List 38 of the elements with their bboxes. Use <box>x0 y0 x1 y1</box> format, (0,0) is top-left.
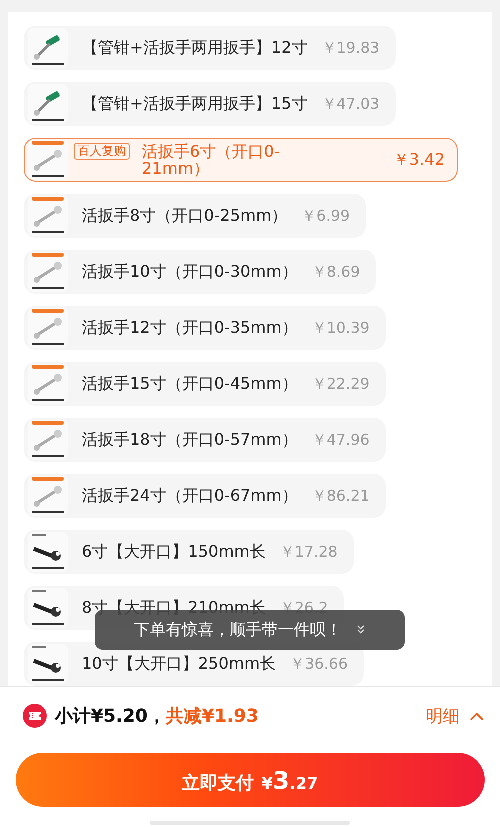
option-name: 【管钳+活扳手两用扳手】15寸 <box>82 94 308 114</box>
option-price: ￥36.66 <box>290 654 348 674</box>
option-price: ￥3.42 <box>393 150 445 170</box>
option-name: 活扳手8寸（开口0-25mm） <box>82 206 288 226</box>
double-chevron-down-icon[interactable] <box>356 625 366 635</box>
tag-label: 百人复购 <box>74 143 130 160</box>
option-row[interactable]: 活扳手18寸（开口0-57mm） ￥47.96 <box>24 418 386 462</box>
option-price: ￥6.99 <box>302 206 350 226</box>
option-name: 活扳手15寸（开口0-45mm） <box>82 374 298 394</box>
option-name: 10寸【大开口】250mm长 <box>82 654 276 674</box>
option-name: 6寸【大开口】150mm长 <box>82 542 266 562</box>
option-name: 活扳手24寸（开口0-67mm） <box>82 486 298 506</box>
ticket-icon <box>23 704 47 728</box>
option-price: ￥17.28 <box>280 542 338 562</box>
option-name: 【管钳+活扳手两用扳手】12寸 <box>82 38 308 58</box>
option-price: ￥8.69 <box>312 262 360 282</box>
option-row[interactable]: 活扳手12寸（开口0-35mm） ￥10.39 <box>24 306 386 350</box>
option-name: 活扳手6寸（开口0-21mm） <box>142 143 282 177</box>
option-price: ￥47.03 <box>322 94 380 114</box>
option-price: ￥47.96 <box>312 430 370 450</box>
subtotal-text: 小计¥5.20， <box>55 705 166 728</box>
caret-up-icon <box>470 712 484 720</box>
option-name: 活扳手18寸（开口0-57mm） <box>82 430 298 450</box>
option-name: 活扳手10寸（开口0-30mm） <box>82 262 298 282</box>
option-price: ￥86.21 <box>312 486 370 506</box>
option-price: ￥22.29 <box>312 374 370 394</box>
option-row[interactable]: 活扳手10寸（开口0-30mm） ￥8.69 <box>24 250 376 294</box>
discount-text: 共减¥1.93 <box>166 705 259 728</box>
option-name: 活扳手12寸（开口0-35mm） <box>82 318 298 338</box>
option-price: ￥19.83 <box>322 38 380 58</box>
option-row[interactable]: 【管钳+活扳手两用扳手】12寸 ￥19.83 <box>24 26 396 70</box>
option-row[interactable]: 6寸【大开口】150mm长 ￥17.28 <box>24 530 354 574</box>
option-row[interactable]: 活扳手8寸（开口0-25mm） ￥6.99 <box>24 194 366 238</box>
option-price: ￥10.39 <box>312 318 370 338</box>
option-row[interactable]: 【管钳+活扳手两用扳手】15寸 ￥47.03 <box>24 82 396 126</box>
pay-button[interactable]: 立即支付 ¥3.27 <box>16 753 484 807</box>
option-row[interactable]: 活扳手24寸（开口0-67mm） ￥86.21 <box>24 474 386 518</box>
option-row[interactable]: 活扳手15寸（开口0-45mm） ￥22.29 <box>24 362 386 406</box>
